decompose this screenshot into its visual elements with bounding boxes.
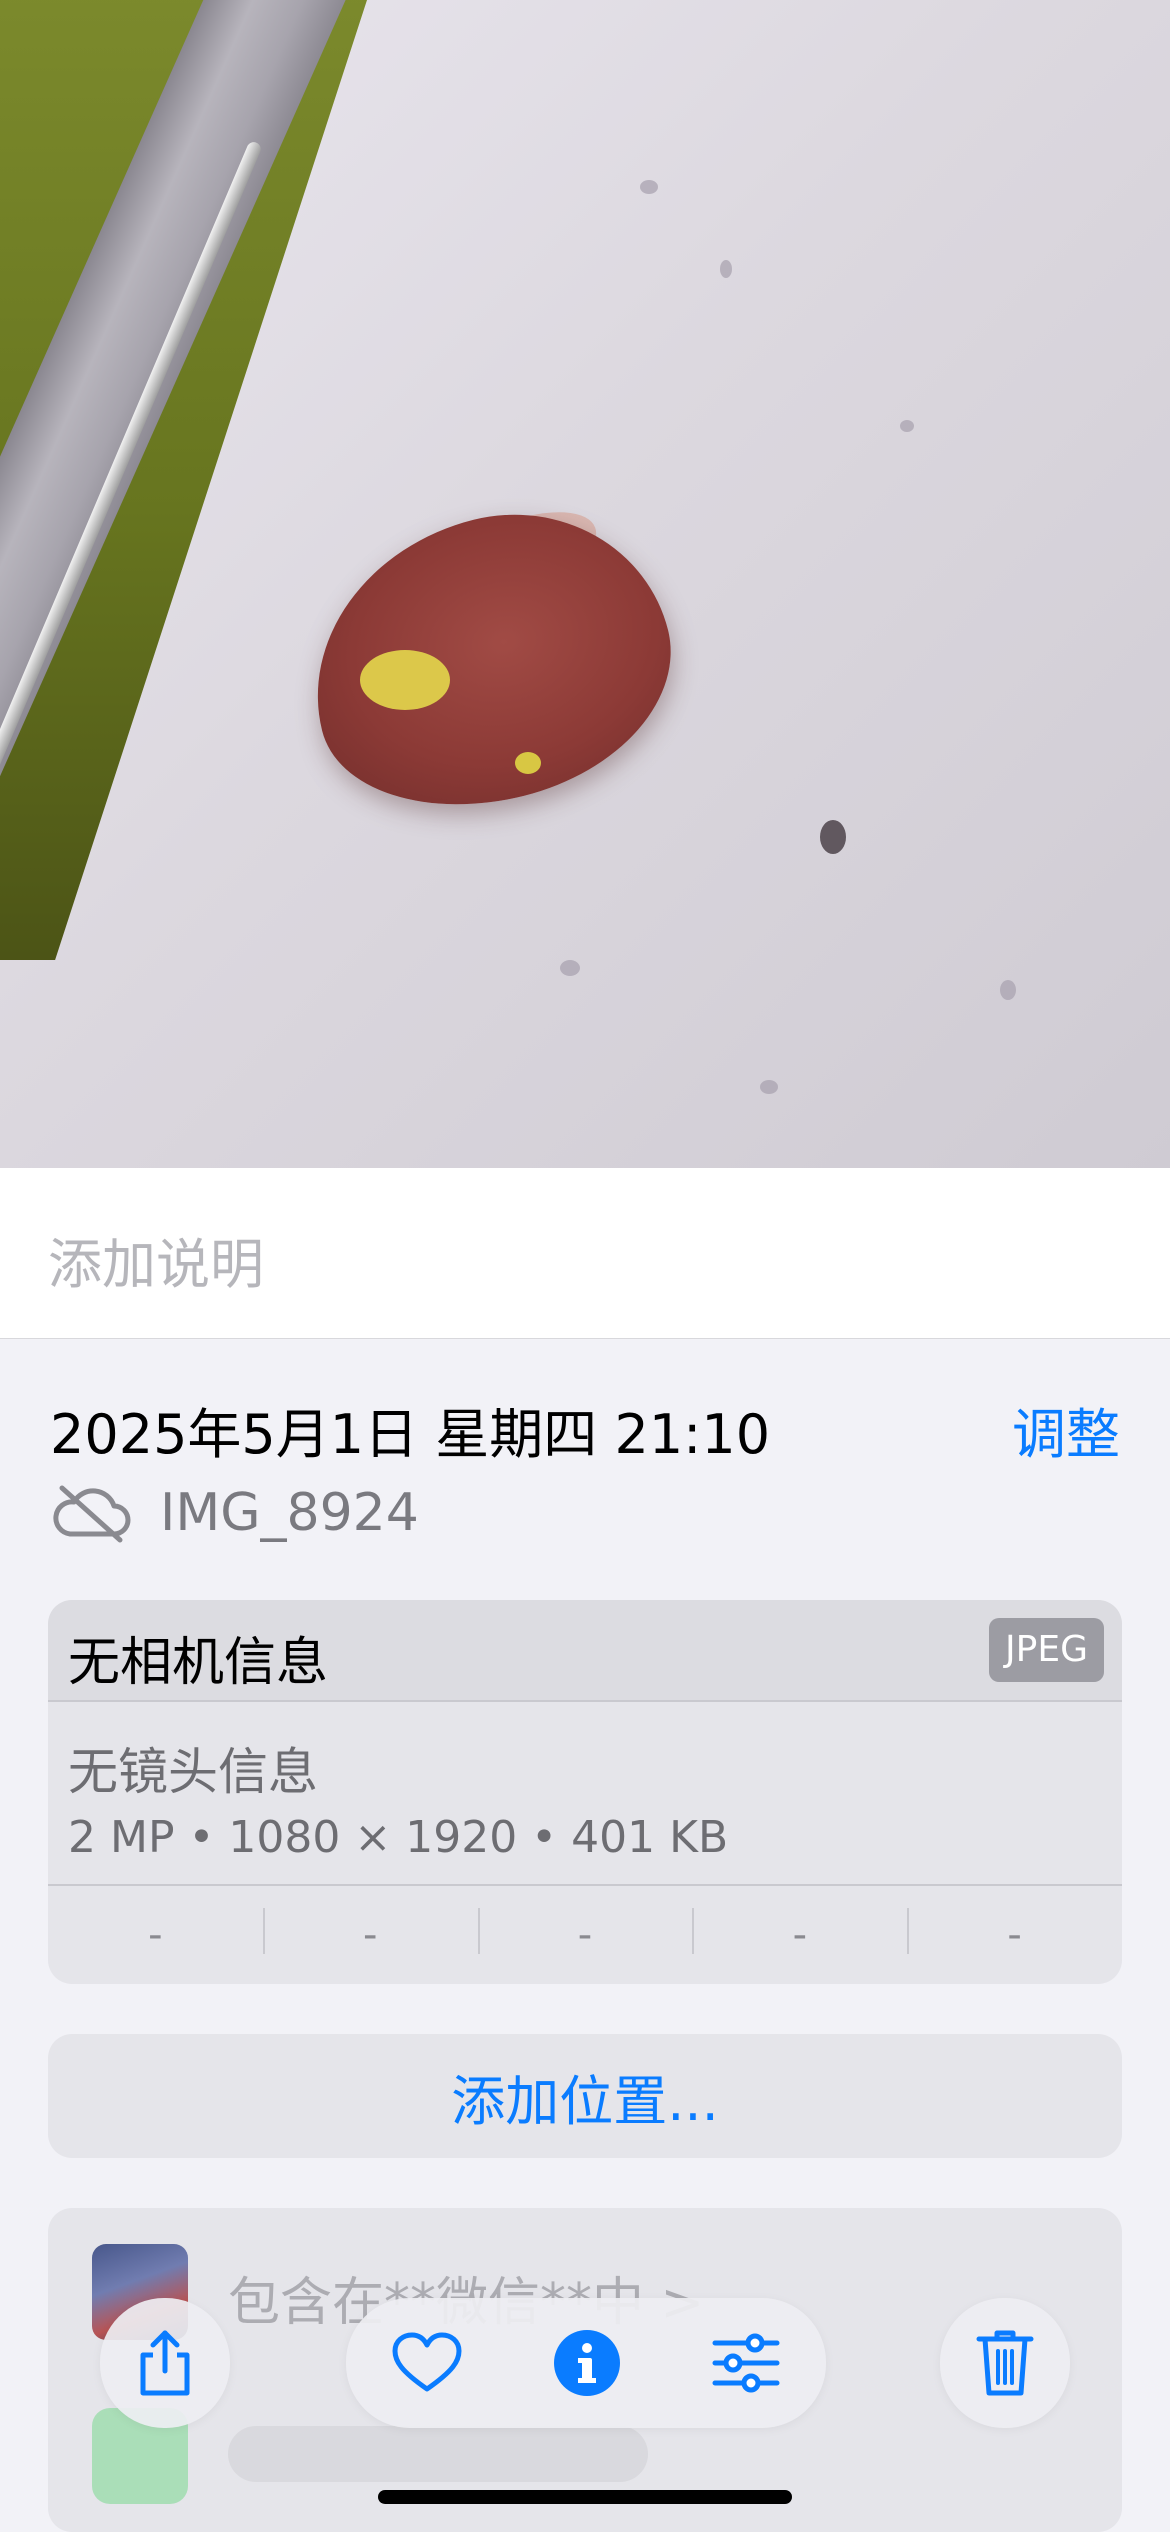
file-info: IMG_8924 (50, 1478, 419, 1548)
photo-subject (281, 480, 699, 840)
photo-speck (820, 820, 846, 854)
photo-speck (560, 960, 580, 976)
metadata-header: 无相机信息 JPEG (48, 1600, 1122, 1702)
exif-value: - (148, 1912, 163, 1958)
add-location-label: 添加位置... (451, 2069, 719, 2133)
metadata-body: 无镜头信息 2 MP • 1080 × 1920 • 401 KB (48, 1702, 1122, 1884)
exif-row: - - - - - (48, 1884, 1122, 1984)
home-indicator[interactable] (378, 2490, 792, 2504)
image-specs: 2 MP • 1080 × 1920 • 401 KB (68, 1812, 729, 1863)
adjust-date-button[interactable]: 调整 (1012, 1390, 1120, 1469)
photo-subject-spot (360, 650, 450, 710)
format-badge: JPEG (989, 1618, 1104, 1682)
exif-value: - (692, 1908, 907, 1958)
add-location-button[interactable]: 添加位置... (48, 2034, 1122, 2158)
delete-button[interactable] (940, 2298, 1070, 2428)
toolbar-group (346, 2298, 826, 2428)
metadata-card: 无相机信息 JPEG 无镜头信息 2 MP • 1080 × 1920 • 40… (48, 1600, 1122, 1984)
favorite-button[interactable] (391, 2331, 463, 2395)
photo-speck (900, 420, 914, 432)
photo-speck (760, 1080, 778, 1094)
photo-datetime: 2025年5月1日 星期四 21:10 (50, 1403, 771, 1466)
exif-value: - (262, 1908, 478, 1958)
camera-info: 无相机信息 (68, 1633, 329, 1693)
album-secondary-row (228, 2426, 648, 2482)
lens-info: 无镜头信息 (68, 1743, 318, 1801)
photo-speck (640, 180, 658, 194)
photo-speck (720, 260, 732, 278)
heart-icon (392, 2332, 462, 2392)
photo-viewer[interactable] (0, 0, 1170, 1168)
trash-icon (976, 2330, 1034, 2396)
photo-subject-spot-small (515, 752, 541, 774)
share-button[interactable] (100, 2298, 230, 2428)
info-button[interactable] (552, 2328, 622, 2398)
file-name: IMG_8924 (160, 1483, 419, 1543)
edit-button[interactable] (711, 2333, 781, 2393)
photo-speck (1000, 980, 1016, 1000)
cloud-off-icon (53, 1485, 131, 1543)
caption-field[interactable]: 添加说明 (0, 1168, 1170, 1339)
exif-value: - (477, 1908, 693, 1958)
share-icon (140, 2330, 190, 2396)
exif-value: - (907, 1908, 1122, 1958)
info-icon (553, 2330, 620, 2396)
adjust-icon (712, 2333, 780, 2393)
caption-placeholder: 添加说明 (48, 1233, 264, 1296)
